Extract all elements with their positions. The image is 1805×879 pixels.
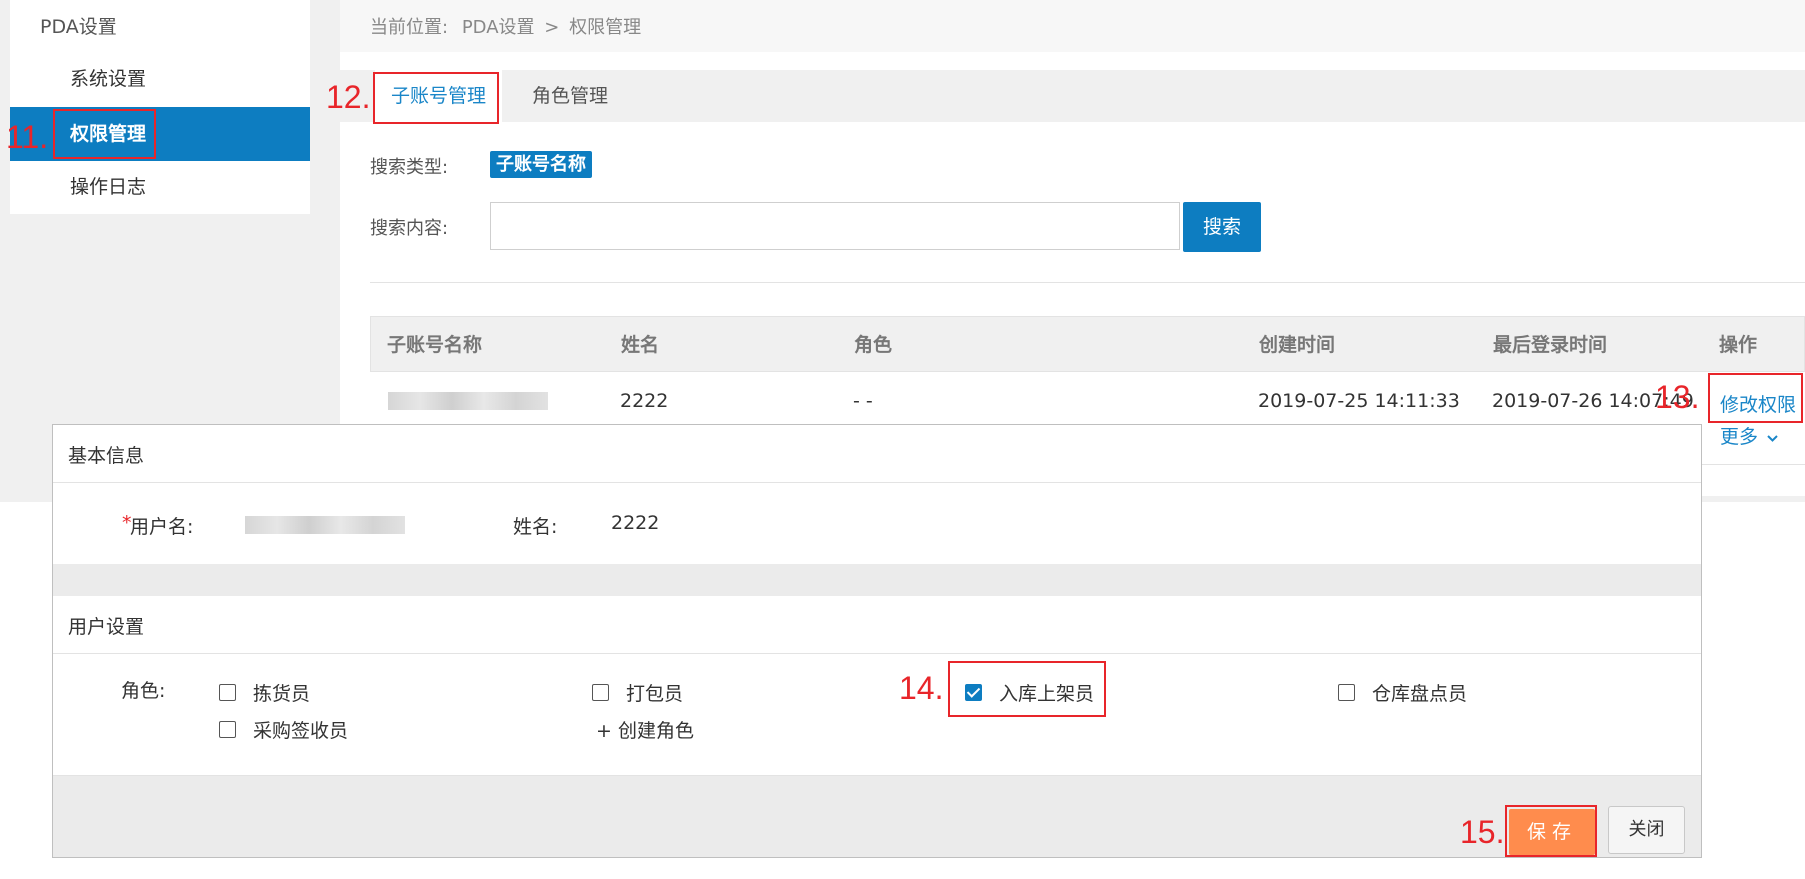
- annotation-number: 15.: [1460, 814, 1505, 850]
- column-header-actions: 操作: [1719, 334, 1758, 356]
- column-header-last-login: 最后登录时间: [1493, 334, 1608, 356]
- name-label: 姓名:: [513, 516, 558, 538]
- cell-name: 2222: [620, 390, 669, 412]
- divider: [53, 482, 1701, 483]
- permissions-modal: 基本信息 * 用户名: 姓名: 2222 用户设置 角色: 拣货员 打包员 入库…: [52, 424, 1702, 858]
- breadcrumb: 当前位置: PDA设置 > 权限管理: [370, 13, 641, 39]
- checkbox-purchase-receiver-role[interactable]: [219, 721, 236, 738]
- annotation-number: 13.: [1655, 379, 1700, 415]
- breadcrumb-current: 权限管理: [569, 17, 642, 38]
- sidebar-item-permissions[interactable]: 权限管理: [10, 107, 310, 161]
- checkbox-picker-role[interactable]: [219, 684, 236, 701]
- section-gap: [53, 564, 1701, 596]
- sidebar: PDA设置 系统设置 权限管理 操作日志: [10, 0, 310, 214]
- search-type-chip[interactable]: 子账号名称: [490, 151, 592, 178]
- modal-footer: [53, 776, 1701, 857]
- tabs-bar: 子账号管理 角色管理: [340, 70, 1805, 122]
- more-dropdown[interactable]: 更多: [1720, 422, 1779, 449]
- checkbox-packer-role[interactable]: [592, 684, 609, 701]
- basic-info-title: 基本信息: [68, 445, 145, 467]
- tab-subaccount-management[interactable]: 子账号管理: [375, 70, 503, 122]
- chevron-down-icon: [1767, 435, 1778, 442]
- role-label-packer: 打包员: [626, 683, 684, 705]
- name-value: 2222: [611, 512, 660, 534]
- role-label: 角色:: [121, 680, 166, 702]
- role-label-putaway: 入库上架员: [999, 683, 1095, 705]
- edit-permissions-link[interactable]: 修改权限: [1720, 390, 1796, 417]
- sidebar-item-label: 操作日志: [70, 176, 147, 198]
- search-content-label: 搜索内容:: [370, 218, 449, 239]
- divider: [53, 653, 1701, 654]
- search-input[interactable]: [490, 202, 1180, 250]
- sidebar-header: PDA设置: [40, 16, 117, 38]
- checkbox-putaway-role[interactable]: [965, 684, 982, 701]
- sidebar-item-label: 系统设置: [70, 68, 147, 90]
- annotation-number: 14.: [899, 670, 944, 706]
- blurred-username: [245, 516, 405, 534]
- column-header-name: 姓名: [621, 334, 660, 356]
- user-settings-title: 用户设置: [68, 616, 145, 638]
- more-label: 更多: [1720, 426, 1759, 448]
- column-header-role: 角色: [854, 334, 893, 356]
- annotation-number: 11.: [6, 119, 49, 155]
- close-button[interactable]: 关闭: [1608, 806, 1685, 854]
- search-type-label: 搜索类型:: [370, 157, 449, 178]
- sidebar-item-operation-log[interactable]: 操作日志: [10, 160, 310, 214]
- blurred-subaccount-name: [388, 392, 548, 410]
- create-role-link[interactable]: + 创建角色: [596, 716, 694, 743]
- role-label-purchase-receiver: 采购签收员: [253, 720, 349, 742]
- annotation-number: 12.: [326, 79, 371, 115]
- table-header: 子账号名称 姓名 角色 创建时间 最后登录时间 操作: [370, 316, 1805, 372]
- role-label-picker: 拣货员: [253, 683, 311, 705]
- breadcrumb-separator: >: [544, 17, 560, 38]
- checkbox-inventory-role[interactable]: [1338, 684, 1355, 701]
- breadcrumb-root[interactable]: PDA设置: [462, 17, 535, 38]
- tab-role-management[interactable]: 角色管理: [516, 70, 624, 122]
- search-button[interactable]: 搜索: [1183, 202, 1261, 252]
- sidebar-item-label: 权限管理: [70, 123, 147, 145]
- breadcrumb-bar: 当前位置: PDA设置 > 权限管理: [340, 0, 1805, 52]
- username-label: 用户名:: [130, 516, 194, 538]
- role-label-inventory: 仓库盘点员: [1372, 683, 1468, 705]
- column-header-subaccount: 子账号名称: [387, 334, 483, 356]
- divider: [370, 282, 1805, 283]
- save-button[interactable]: 保存: [1509, 809, 1595, 855]
- breadcrumb-prefix: 当前位置:: [370, 17, 449, 38]
- sidebar-item-system-settings[interactable]: 系统设置: [10, 52, 310, 106]
- cell-created: 2019-07-25 14:11:33: [1258, 390, 1460, 412]
- column-header-created: 创建时间: [1259, 334, 1336, 356]
- cell-role: - -: [853, 390, 873, 412]
